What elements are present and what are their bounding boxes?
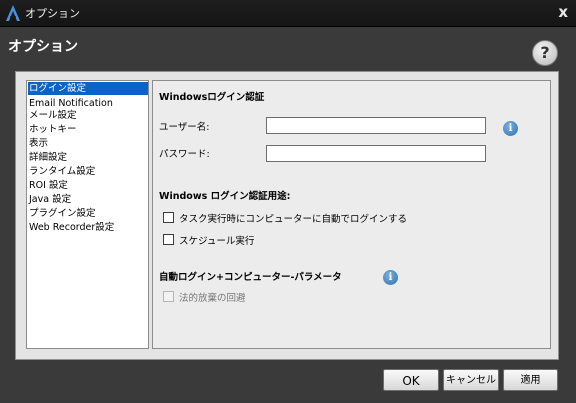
username-info-icon[interactable]: i <box>503 121 518 136</box>
sidebar-item-web-recorder[interactable]: Web Recorder設定 <box>28 221 148 234</box>
login-settings-panel: Windowsログイン認証 ユーザー名: i パスワード: Windows ログ… <box>152 80 551 349</box>
app-logo-icon <box>6 5 20 21</box>
username-input[interactable] <box>266 117 486 134</box>
sidebar-item-java[interactable]: Java 設定 <box>28 193 148 206</box>
sidebar-item-mail-settings[interactable]: メール設定 <box>28 109 148 122</box>
help-icon[interactable]: ? <box>532 40 558 66</box>
sidebar-item-hotkeys[interactable]: ホットキー <box>28 123 148 136</box>
auto-login-checkbox[interactable] <box>163 212 174 223</box>
sidebar-item-display[interactable]: 表示 <box>28 137 148 150</box>
content-frame: ログイン設定 Email Notification メール設定 ホットキー 表示… <box>15 71 559 360</box>
legal-checkbox <box>163 291 174 302</box>
usage-section-title: Windows ログイン認証用途: <box>159 191 291 202</box>
sidebar-item-plugins[interactable]: プラグイン設定 <box>28 207 148 220</box>
dialog-header: オプション ? <box>0 27 576 69</box>
sidebar-item-login-settings[interactable]: ログイン設定 <box>28 82 148 95</box>
options-sidebar: ログイン設定 Email Notification メール設定 ホットキー 表示… <box>26 80 149 349</box>
params-info-icon[interactable]: i <box>383 270 398 285</box>
username-label: ユーザー名: <box>159 122 210 133</box>
ok-button[interactable]: OK <box>383 369 439 391</box>
sidebar-item-advanced[interactable]: 詳細設定 <box>28 151 148 164</box>
sidebar-item-runtime[interactable]: ランタイム設定 <box>28 165 148 178</box>
password-label: パスワード: <box>159 149 210 160</box>
password-input[interactable] <box>266 145 486 162</box>
auto-login-params-title: 自動ログイン+コンピューター-パラメータ <box>159 272 342 283</box>
close-icon[interactable]: x <box>558 3 568 21</box>
legal-label: 法的放棄の回避 <box>179 293 246 304</box>
cancel-button[interactable]: キャンセル <box>443 369 499 391</box>
window-title: オプション <box>25 7 80 20</box>
apply-button[interactable]: 適用 <box>503 369 558 391</box>
page-title: オプション <box>8 39 78 55</box>
sidebar-item-roi[interactable]: ROI 設定 <box>28 179 148 192</box>
windows-login-section-title: Windowsログイン認証 <box>159 92 265 103</box>
auto-login-label: タスク実行時にコンピューターに自動でログインする <box>179 214 408 225</box>
schedule-label: スケジュール実行 <box>179 236 255 247</box>
title-bar: オプション x <box>0 0 576 27</box>
schedule-checkbox[interactable] <box>163 234 174 245</box>
